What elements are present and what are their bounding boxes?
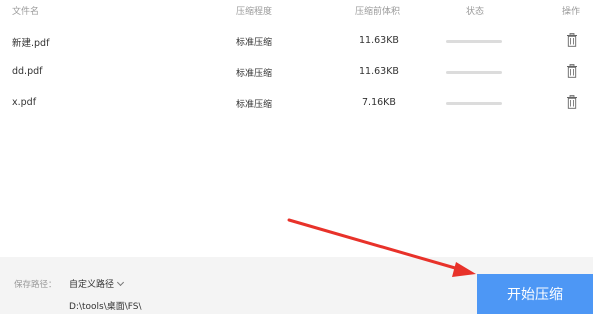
file-table-header: 文件名 压缩程度 压缩前体积 状态 操作: [0, 0, 593, 22]
column-header-compression-level: 压缩程度: [236, 7, 273, 17]
start-compression-button[interactable]: 开始压缩: [477, 274, 593, 314]
file-row: dd.pdf 标准压缩 11.63KB: [0, 57, 593, 87]
progress-bar: [446, 71, 502, 74]
file-name: x.pdf: [12, 97, 37, 108]
column-header-filename: 文件名: [12, 7, 40, 17]
save-path-label: 保存路径：: [14, 280, 57, 290]
compression-level: 标准压缩: [236, 38, 273, 48]
trash-icon[interactable]: [566, 95, 578, 109]
column-header-size: 压缩前体积: [355, 7, 401, 17]
compression-level: 标准压缩: [236, 100, 273, 110]
file-name: dd.pdf: [12, 66, 43, 77]
compression-level: 标准压缩: [236, 69, 273, 79]
trash-icon[interactable]: [566, 64, 578, 78]
column-header-action: 操作: [562, 7, 581, 17]
file-size: 7.16KB: [362, 97, 396, 108]
save-path-select[interactable]: 自定义路径: [69, 277, 125, 290]
save-path-option: 自定义路径: [69, 280, 115, 290]
file-row: 新建.pdf 标准压缩 11.63KB: [0, 26, 593, 56]
file-row: x.pdf 标准压缩 7.16KB: [0, 88, 593, 118]
save-path-value: D:\tools\桌面\FS\: [69, 302, 142, 312]
file-size: 11.63KB: [359, 66, 399, 77]
progress-bar: [446, 40, 502, 43]
progress-bar: [446, 102, 502, 105]
file-name: 新建.pdf: [12, 38, 50, 49]
column-header-status: 状态: [466, 7, 485, 17]
file-size: 11.63KB: [359, 35, 399, 46]
trash-icon[interactable]: [566, 33, 578, 47]
chevron-down-icon: [116, 278, 125, 287]
